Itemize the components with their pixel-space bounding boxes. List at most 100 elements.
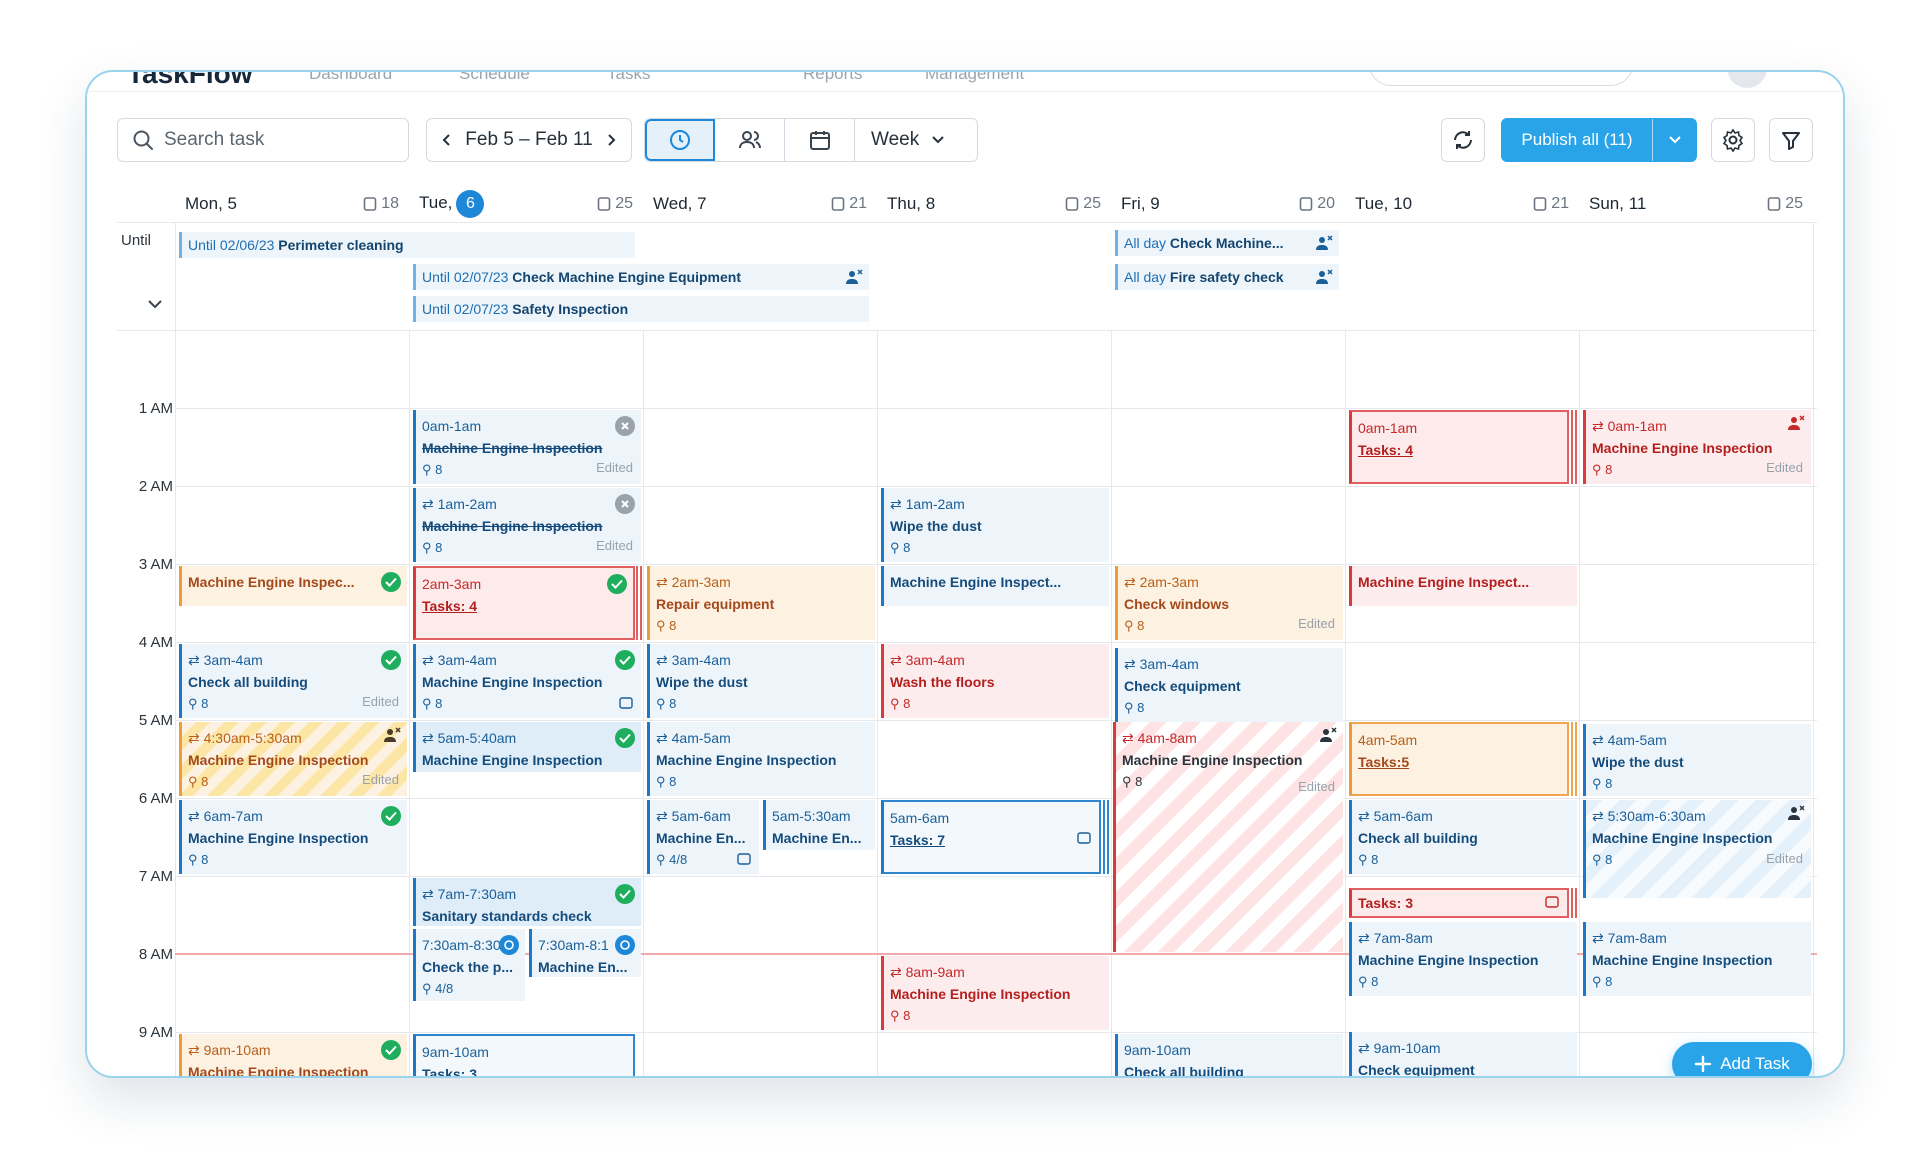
day-header-wed: Wed, 7 21 — [643, 186, 877, 222]
event-card[interactable]: ⇄ 2am-3am Check windows ⚲ 8 Edited — [1115, 566, 1343, 640]
calendar-grid: Mon, 5 18 Tue, 6 25 Wed, 7 21 Thu, 8 25 F… — [117, 186, 1817, 1076]
column-line — [1345, 330, 1346, 1076]
publish-dropdown-button[interactable] — [1652, 119, 1696, 161]
event-card[interactable]: 7:30am-8:1 Machine En... — [529, 929, 641, 977]
event-count-value: 8 — [1137, 618, 1145, 633]
event-card[interactable]: ⇄ 7am-8am Machine Engine Inspection ⚲ 8 — [1583, 922, 1811, 996]
chevron-left-icon[interactable] — [441, 132, 453, 148]
event-count-value: 8 — [1137, 700, 1145, 715]
event-card[interactable]: 7:30am-8:30 Check the p... ⚲ 4/8 — [413, 929, 525, 1001]
filter-button[interactable] — [1769, 118, 1813, 162]
stack-indicator — [1575, 410, 1577, 484]
event-group-card[interactable]: 0am-1am Tasks: 4 — [1349, 410, 1569, 484]
settings-button[interactable] — [1711, 118, 1755, 162]
location-selector[interactable] — [1369, 72, 1633, 86]
event-card[interactable]: ⇄ 3am-4am Check all building ⚲ 8 Edited — [179, 644, 407, 718]
search-input[interactable]: Search task — [117, 118, 409, 162]
event-group-card[interactable]: 5am-6am Tasks: 7 — [881, 800, 1101, 874]
until-task[interactable]: Until 02/06/23 Perimeter cleaning — [179, 232, 635, 258]
event-card[interactable]: ⇄ 7am-7:30am Sanitary standards check — [413, 878, 641, 926]
event-count-value: 8 — [1135, 774, 1143, 789]
event-card[interactable]: Machine Engine Inspect... — [881, 566, 1109, 606]
event-group-card[interactable]: Tasks: 3 — [1349, 888, 1569, 918]
event-time: 4am-5am — [1358, 732, 1418, 748]
people-view-button[interactable] — [715, 119, 785, 161]
event-card[interactable]: ⇄ 9am-10am Check equipment — [1349, 1032, 1577, 1076]
event-count-value: 8 — [669, 618, 677, 633]
event-card[interactable]: ⇄ 8am-9am Machine Engine Inspection ⚲ 8 — [881, 956, 1109, 1030]
avatar[interactable] — [1727, 72, 1767, 88]
event-card[interactable]: ⇄ 4am-8am Machine Engine Inspection ⚲ 8 … — [1113, 722, 1343, 952]
event-card[interactable]: ⇄ 0am-1am Machine Engine Inspection ⚲ 8 … — [1583, 410, 1811, 484]
event-name: Tasks: 4 — [1358, 442, 1413, 458]
event-name: Machine Engine Inspection — [890, 986, 1071, 1002]
event-card[interactable]: ⇄ 4am-5am Machine Engine Inspection ⚲ 8 — [647, 722, 875, 796]
cancel-icon[interactable] — [615, 494, 635, 514]
nav-dashboard[interactable]: Dashboard — [309, 72, 392, 84]
event-card[interactable]: ⇄ 3am-4am Machine Engine Inspection ⚲ 8 — [413, 644, 641, 718]
all-day-task[interactable]: All day Check Machine... — [1115, 230, 1339, 256]
event-time: ⇄ 7am-7:30am — [422, 886, 517, 902]
event-card[interactable]: ⇄ 3am-4am Wash the floors ⚲ 8 — [881, 644, 1109, 718]
event-time: ⇄ 0am-1am — [1592, 418, 1667, 434]
date-range-picker[interactable]: Feb 5 – Feb 11 — [426, 118, 632, 162]
event-card[interactable]: ⇄ 5am-6am Machine En... ⚲ 4/8 — [647, 800, 759, 874]
event-card[interactable]: ⇄ 6am-7am Machine Engine Inspection ⚲ 8 — [179, 800, 407, 874]
calendar-view-button[interactable] — [785, 119, 855, 161]
until-task[interactable]: Until 02/07/23 Safety Inspection — [413, 296, 869, 322]
event-group-card[interactable]: 9am-10am Tasks: 3 — [413, 1034, 635, 1076]
collapse-chevron-icon[interactable] — [147, 298, 163, 310]
event-name: Machine Engine Inspection — [1122, 752, 1303, 768]
event-card[interactable]: ⇄ 4:30am-5:30am Machine Engine Inspectio… — [179, 722, 407, 796]
event-card[interactable]: ⇄ 5am-6am Check all building ⚲ 8 — [1349, 800, 1577, 874]
event-card[interactable]: ⇄ 5am-5:40am Machine Engine Inspection — [413, 722, 641, 772]
nav-tasks[interactable]: Tasks — [607, 72, 650, 84]
check-icon — [607, 574, 627, 594]
publish-all-button[interactable]: Publish all (11) — [1501, 118, 1697, 162]
event-card[interactable]: ⇄ 1am-2am Wipe the dust ⚲ 8 — [881, 488, 1109, 562]
time-label: 7 AM — [138, 868, 173, 885]
app-window: TaskFlow Dashboard Schedule Tasks Report… — [85, 70, 1845, 1078]
event-card[interactable]: Machine Engine Inspec... — [179, 566, 407, 606]
event-card[interactable]: ⇄ 4am-5am Wipe the dust ⚲ 8 — [1583, 724, 1811, 796]
event-time: ⇄ 7am-8am — [1358, 930, 1433, 946]
event-card[interactable]: ⇄ 2am-3am Repair equipment ⚲ 8 — [647, 566, 875, 640]
refresh-button[interactable] — [1441, 118, 1485, 162]
event-name: Wipe the dust — [656, 674, 748, 690]
add-task-button[interactable]: Add Task — [1672, 1042, 1812, 1076]
nav-management[interactable]: Management — [925, 72, 1024, 84]
time-view-button[interactable] — [645, 119, 715, 161]
until-task[interactable]: Until 02/07/23 Check Machine Engine Equi… — [413, 264, 869, 290]
event-card[interactable]: ⇄ 9am-10am Machine Engine Inspection — [179, 1034, 407, 1076]
event-count: ⚲ 8 — [890, 696, 911, 711]
event-card[interactable]: 0am-1am Machine Engine Inspection ⚲ 8 Ed… — [413, 410, 641, 484]
all-day-task[interactable]: All day Fire safety check — [1115, 264, 1339, 290]
event-card[interactable]: ⇄ 5:30am-6:30am Machine Engine Inspectio… — [1583, 800, 1811, 898]
event-time-text: 4:30am-5:30am — [203, 730, 302, 746]
event-card[interactable]: 5am-5:30am Machine En... — [763, 800, 875, 850]
event-group-card[interactable]: 4am-5am Tasks:5 — [1349, 722, 1569, 796]
event-card[interactable]: Machine Engine Inspect... — [1349, 566, 1577, 606]
nav-schedule[interactable]: Schedule — [459, 72, 530, 84]
event-card[interactable]: ⇄ 1am-2am Machine Engine Inspection ⚲ 8 … — [413, 488, 641, 562]
nav-reports[interactable]: Reports — [803, 72, 863, 84]
event-card[interactable]: ⇄ 3am-4am Wipe the dust ⚲ 8 — [647, 644, 875, 718]
event-count-value: 8 — [1605, 776, 1613, 791]
chevron-right-icon[interactable] — [605, 132, 617, 148]
event-count: ⚲ 8 — [656, 618, 677, 633]
event-card[interactable]: 9am-10am Check all building — [1115, 1034, 1343, 1076]
event-count-value: 4/8 — [669, 852, 688, 867]
week-select[interactable]: Week — [855, 119, 961, 161]
edited-label: Edited — [1298, 779, 1335, 794]
event-card[interactable]: ⇄ 3am-4am Check equipment ⚲ 8 — [1115, 648, 1343, 722]
event-group-card[interactable]: 2am-3am Tasks: 4 — [413, 566, 635, 640]
event-time: ⇄ 5am-6am — [656, 808, 731, 824]
event-name: Check windows — [1124, 596, 1230, 612]
day-label: Wed, 7 — [653, 194, 707, 213]
cancel-icon[interactable] — [615, 416, 635, 436]
event-time-text: 4am-8am — [1137, 730, 1197, 746]
event-count-value: 8 — [1371, 974, 1379, 989]
event-name: Tasks: 7 — [890, 832, 945, 848]
time-label: 4 AM — [138, 634, 173, 651]
event-card[interactable]: ⇄ 7am-8am Machine Engine Inspection ⚲ 8 — [1349, 922, 1577, 996]
